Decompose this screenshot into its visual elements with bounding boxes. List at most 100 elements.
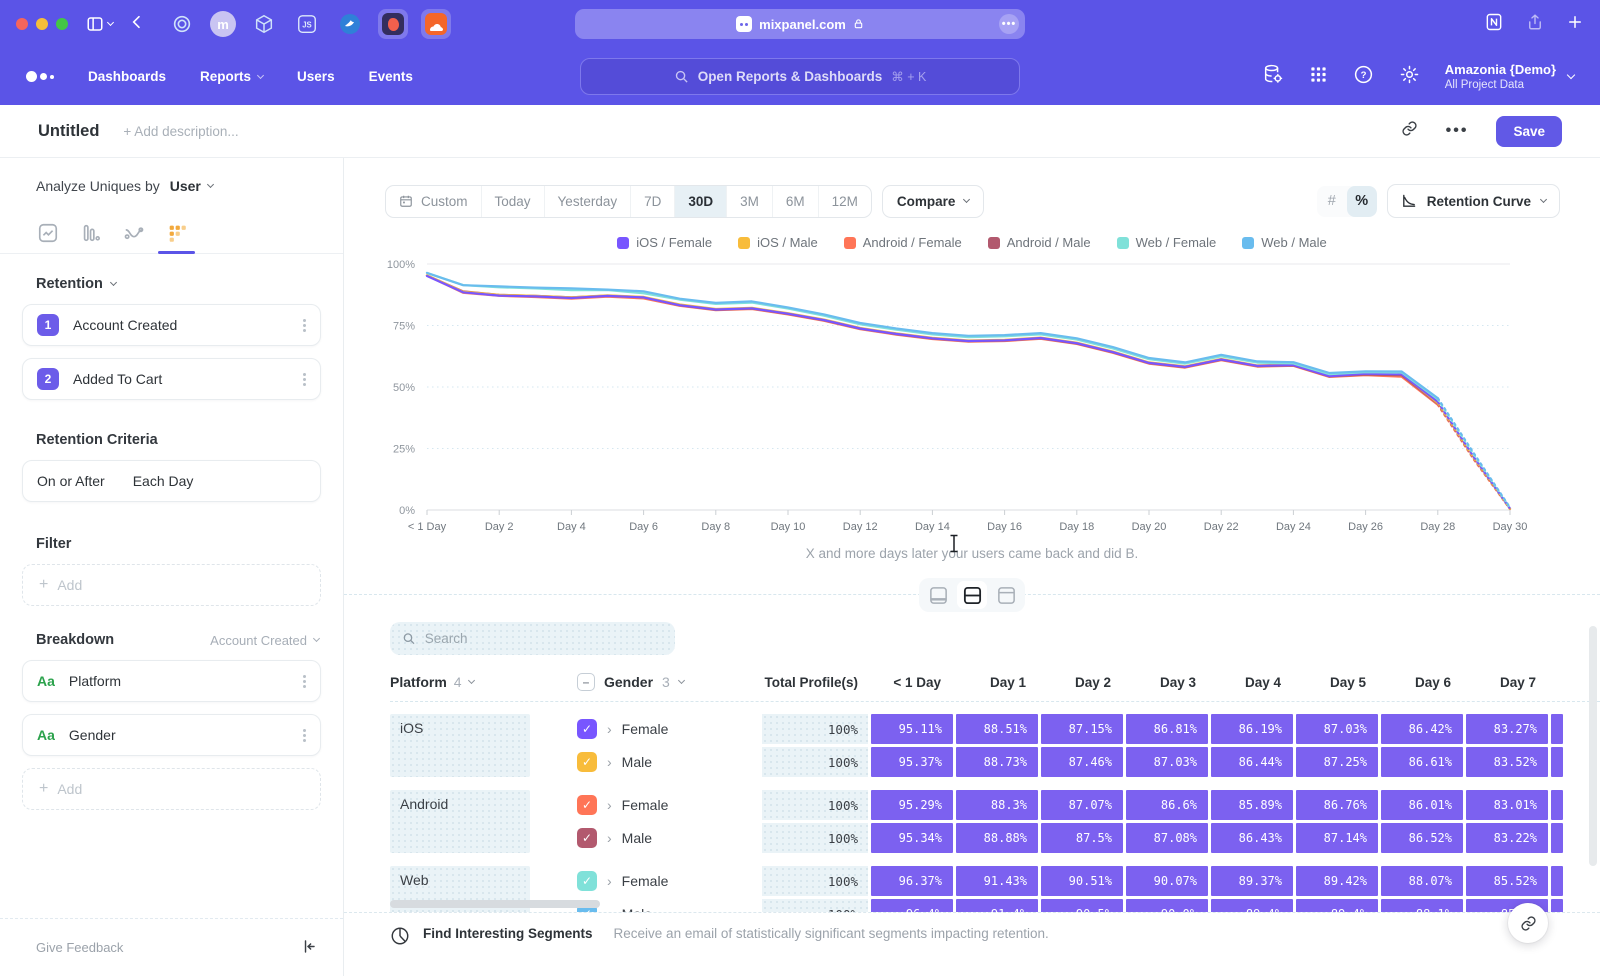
platform-cell[interactable]: Android	[390, 790, 530, 853]
tab-icon-soundcloud[interactable]	[421, 9, 451, 39]
retention-value-cell[interactable]: 95.11%	[871, 714, 953, 744]
copy-link-icon[interactable]	[1401, 120, 1418, 142]
column-header-total-profile-s-[interactable]: Total Profile(s)	[762, 675, 868, 690]
retention-value-cell[interactable]: 87.14%	[1296, 823, 1378, 853]
series-line-android-female[interactable]	[427, 276, 1438, 405]
expand-chevron-icon[interactable]: ›	[607, 798, 612, 812]
collapse-sidebar-icon[interactable]	[300, 938, 317, 958]
vertical-scrollbar[interactable]	[1589, 626, 1597, 866]
retention-value-cell[interactable]: 83.52%	[1466, 747, 1548, 777]
expand-chevron-icon[interactable]: ›	[607, 831, 612, 845]
minimize-window-button[interactable]	[36, 18, 48, 30]
range-chip-custom[interactable]: Custom	[386, 186, 482, 217]
total-profiles-cell[interactable]: 100%	[762, 823, 868, 853]
mixpanel-logo[interactable]	[26, 71, 54, 82]
range-chip-30d[interactable]: 30D	[675, 186, 727, 217]
column-header-day-3[interactable]: Day 3	[1126, 675, 1208, 690]
series-checkbox[interactable]: ✓	[577, 828, 597, 848]
share-link-floating-button[interactable]	[1508, 903, 1548, 943]
gender-cell[interactable]: ✓›Female	[577, 866, 759, 896]
apps-grid-icon[interactable]	[1309, 65, 1328, 89]
step-options-icon[interactable]	[303, 378, 306, 381]
retention-value-cell[interactable]: 87.03%	[1126, 747, 1208, 777]
tab-icon-target[interactable]	[167, 9, 197, 39]
retention-value-cell[interactable]: 87.03%	[1296, 714, 1378, 744]
total-profiles-cell[interactable]: 100%	[762, 747, 868, 777]
retention-value-cell[interactable]: 86.44%	[1211, 747, 1293, 777]
step-card-added-to-cart[interactable]: 2 Added To Cart	[22, 358, 321, 400]
retention-value-cell[interactable]: 86.61%	[1381, 747, 1463, 777]
add-description[interactable]: + Add description...	[123, 124, 238, 139]
retention-value-cell[interactable]: 86.01%	[1381, 790, 1463, 820]
retention-value-cell[interactable]: 86.43%	[1211, 823, 1293, 853]
breakdown-card-gender[interactable]: Aa Gender	[22, 714, 321, 756]
tab-icon-cube[interactable]	[249, 9, 279, 39]
analyze-by-value[interactable]: User	[170, 178, 201, 194]
table-search[interactable]	[390, 622, 675, 655]
retention-value-cell[interactable]: 89.37%	[1211, 866, 1293, 896]
retention-value-cell[interactable]: 95.34%	[871, 823, 953, 853]
retention-value-cell[interactable]: 95.37%	[871, 747, 953, 777]
data-management-icon[interactable]	[1262, 63, 1284, 90]
total-profiles-cell[interactable]: 100%	[762, 714, 868, 744]
tab-flows[interactable]	[112, 212, 155, 253]
column-header-day-1[interactable]: Day 1	[956, 675, 1038, 690]
retention-value-cell[interactable]: 88.88%	[956, 823, 1038, 853]
page-title[interactable]: Untitled	[38, 122, 99, 141]
chart-type-selector[interactable]: Retention Curve	[1387, 184, 1560, 218]
more-options-icon[interactable]: •••	[1446, 122, 1469, 140]
legend-item[interactable]: iOS / Male	[738, 235, 818, 250]
absolute-numbers-toggle[interactable]: #	[1317, 186, 1347, 217]
url-bar[interactable]: mixpanel.com •••	[575, 9, 1025, 39]
retention-value-cell[interactable]: 96.37%	[871, 866, 953, 896]
retention-value-cell[interactable]: 90.07%	[1126, 866, 1208, 896]
account-switcher[interactable]: Amazonia {Demo} All Project Data	[1445, 62, 1574, 90]
range-chip-3m[interactable]: 3M	[727, 186, 773, 217]
retention-value-cell[interactable]: 88.07%	[1381, 866, 1463, 896]
retention-line-chart[interactable]: 0%25%50%75%100%< 1 DayDay 2Day 4Day 6Day…	[344, 254, 1600, 536]
help-icon[interactable]: ?	[1353, 64, 1374, 90]
give-feedback-link[interactable]: Give Feedback	[36, 940, 123, 955]
platform-column-header[interactable]: Platform 4	[390, 674, 530, 690]
retention-value-cell[interactable]: 87.07%	[1041, 790, 1123, 820]
add-filter-button[interactable]: +Add	[22, 564, 321, 606]
breakdown-event-selector[interactable]: Account Created	[210, 633, 319, 648]
retention-value-cell[interactable]: 95.29%	[871, 790, 953, 820]
retention-value-cell[interactable]: 83.22%	[1466, 823, 1548, 853]
series-line-android-male[interactable]	[427, 276, 1438, 404]
range-chip-yesterday[interactable]: Yesterday	[545, 186, 632, 217]
retention-value-cell[interactable]: 85.52%	[1466, 866, 1548, 896]
tab-icon-red-app[interactable]	[378, 9, 408, 39]
retention-value-cell[interactable]: 86.52%	[1381, 823, 1463, 853]
percent-toggle[interactable]: %	[1347, 186, 1377, 217]
retention-value-cell[interactable]: 83.01%	[1466, 790, 1548, 820]
split-view-button[interactable]	[957, 581, 987, 609]
retention-value-cell[interactable]: 87.46%	[1041, 747, 1123, 777]
column-header--1-day[interactable]: < 1 Day	[871, 675, 953, 690]
legend-item[interactable]: Web / Female	[1117, 235, 1217, 250]
tab-icon-bird[interactable]	[335, 9, 365, 39]
retention-criteria-card[interactable]: On or After Each Day	[22, 460, 321, 502]
nav-reports[interactable]: Reports	[200, 69, 263, 84]
gender-cell[interactable]: ✓›Male	[577, 823, 759, 853]
column-header-day-7[interactable]: Day 7	[1466, 675, 1548, 690]
retention-value-cell[interactable]: 87.5%	[1041, 823, 1123, 853]
retention-value-cell[interactable]: 88.3%	[956, 790, 1038, 820]
column-header-day-5[interactable]: Day 5	[1296, 675, 1378, 690]
add-breakdown-button[interactable]: +Add	[22, 768, 321, 810]
expand-chevron-icon[interactable]: ›	[607, 874, 612, 888]
expand-chevron-icon[interactable]: ›	[607, 722, 612, 736]
expand-chevron-icon[interactable]: ›	[607, 755, 612, 769]
retention-value-cell[interactable]: 89.42%	[1296, 866, 1378, 896]
gender-cell[interactable]: ✓›Female	[577, 790, 759, 820]
breakdown-options-icon[interactable]	[303, 680, 306, 683]
nav-events[interactable]: Events	[369, 69, 413, 84]
step-options-icon[interactable]	[303, 324, 306, 327]
share-icon[interactable]	[1526, 13, 1544, 36]
gender-cell[interactable]: ✓›Female	[577, 714, 759, 744]
retention-value-cell[interactable]: 86.42%	[1381, 714, 1463, 744]
breakdown-card-platform[interactable]: Aa Platform	[22, 660, 321, 702]
compare-button[interactable]: Compare	[882, 185, 985, 218]
tab-insights[interactable]	[26, 212, 69, 253]
browser-sidebar-icon[interactable]	[86, 15, 113, 33]
